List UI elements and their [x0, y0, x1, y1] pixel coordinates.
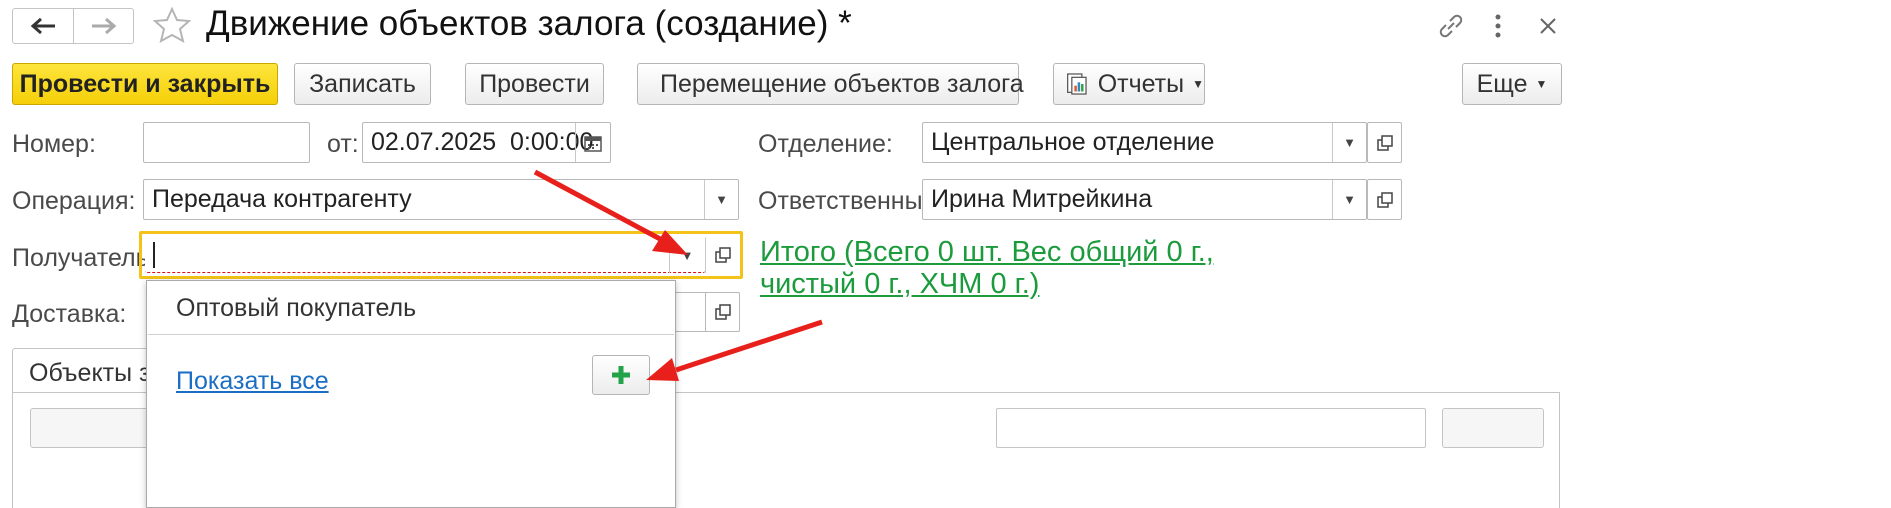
more-vertical-icon[interactable] [1490, 12, 1506, 40]
responsible-field[interactable]: Ирина Митрейкина [922, 179, 1367, 220]
chevron-down-icon: ▼ [1535, 77, 1548, 91]
search-field[interactable] [996, 408, 1426, 448]
open-window-icon [714, 247, 731, 263]
close-icon[interactable] [1538, 16, 1558, 36]
tab-panel-left-border [12, 392, 13, 508]
report-icon [1067, 73, 1087, 95]
show-all-link[interactable]: Показать все [176, 367, 329, 396]
calendar-icon [584, 135, 602, 152]
recipient-field[interactable] [145, 237, 705, 273]
recipient-label: Получатель: [12, 244, 156, 272]
operation-dropdown-button[interactable]: ▼ [704, 180, 738, 219]
operation-label: Операция: [12, 187, 136, 215]
totals-link-line1[interactable]: Итого (Всего 0 шт. Вес общий 0 г., [760, 236, 1214, 269]
text-cursor [153, 241, 155, 268]
save-button[interactable]: Записать [294, 63, 431, 105]
back-button[interactable] [13, 9, 74, 43]
totals-link-line2[interactable]: чистый 0 г., ХЧМ 0 г.) [760, 268, 1039, 301]
tab-panel-right-border [1559, 392, 1560, 508]
date-value: 02.07.2025 0:00:00 [371, 128, 594, 156]
number-label: Номер: [12, 130, 96, 158]
recipient-dropdown-list: Оптовый покупатель Показать все [146, 280, 676, 508]
tab-toolbar-button[interactable] [30, 408, 150, 448]
branch-label: Отделение: [758, 130, 893, 158]
post-button[interactable]: Провести [465, 63, 604, 105]
recipient-dropdown-button[interactable]: ▼ [669, 237, 704, 273]
movement-label: Перемещение объектов залога [660, 69, 1024, 98]
responsible-dropdown-button[interactable]: ▼ [1332, 180, 1366, 219]
reports-label: Отчеты [1097, 69, 1185, 98]
chevron-down-icon: ▼ [1192, 77, 1204, 91]
branch-open-button[interactable] [1367, 122, 1402, 163]
tab-more-button[interactable] [1442, 408, 1544, 448]
forward-button[interactable] [74, 9, 133, 43]
responsible-label: Ответственный: [758, 187, 944, 215]
date-field[interactable]: 02.07.2025 0:00:00 [362, 122, 611, 163]
dropdown-item-wholesale-buyer[interactable]: Оптовый покупатель [148, 282, 674, 335]
calendar-button[interactable] [575, 123, 610, 162]
arrow-right-icon [91, 17, 116, 35]
more-label: Еще [1476, 69, 1528, 98]
link-icon[interactable] [1435, 10, 1467, 42]
date-label: от: [327, 130, 359, 158]
branch-field[interactable]: Центральное отделение [922, 122, 1367, 163]
dropdown-item-label: Оптовый покупатель [176, 293, 417, 322]
responsible-open-button[interactable] [1367, 179, 1402, 220]
plus-icon [612, 366, 630, 384]
delivery-label: Доставка: [12, 300, 127, 328]
star-favorite-icon[interactable] [152, 6, 192, 46]
page-title: Движение объектов залога (создание) * [206, 4, 852, 43]
movement-button[interactable]: Перемещение объектов залога [637, 63, 1024, 105]
number-field[interactable] [143, 122, 310, 163]
responsible-value: Ирина Митрейкина [931, 185, 1153, 213]
open-window-icon [714, 304, 731, 320]
open-window-icon [1376, 191, 1393, 208]
tab-objects-label: Объекты за [29, 359, 165, 387]
recipient-open-button[interactable] [705, 237, 739, 273]
arrow-left-icon [30, 17, 55, 35]
create-new-button[interactable] [592, 355, 650, 395]
open-window-icon [1376, 134, 1393, 151]
reports-button[interactable]: Отчеты ▼ [1053, 63, 1205, 105]
operation-field[interactable]: Передача контрагенту [143, 179, 739, 220]
operation-value: Передача контрагенту [152, 185, 412, 213]
branch-dropdown-button[interactable]: ▼ [1332, 123, 1366, 162]
nav-buttons [12, 8, 134, 44]
post-and-close-button[interactable]: Провести и закрыть [12, 63, 278, 105]
delivery-open-button[interactable] [705, 292, 740, 332]
more-button[interactable]: Еще ▼ [1462, 63, 1562, 105]
branch-value: Центральное отделение [931, 128, 1215, 156]
